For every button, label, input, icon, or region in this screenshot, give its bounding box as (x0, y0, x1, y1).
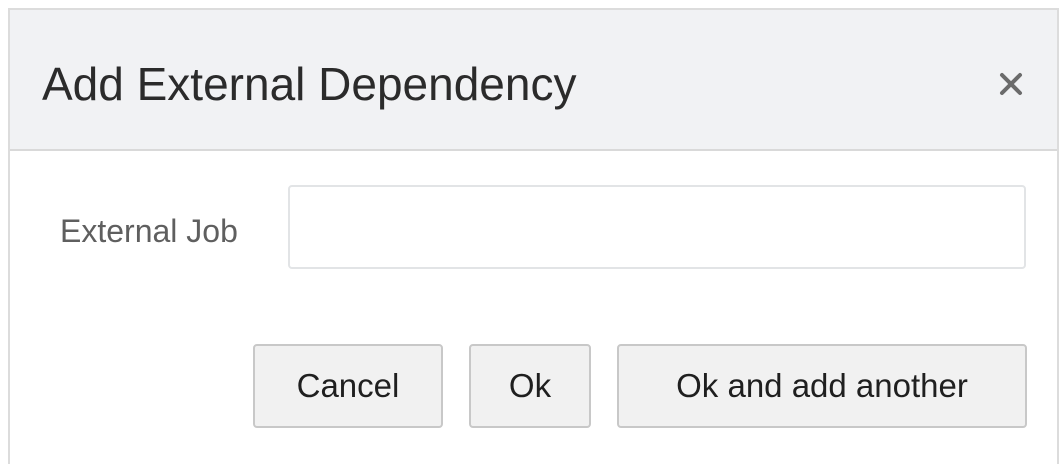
external-job-input[interactable] (288, 185, 1026, 269)
dialog-title: Add External Dependency (42, 58, 577, 110)
dialog-body: External Job Cancel Ok Ok and add anothe… (10, 151, 1057, 464)
cancel-button[interactable]: Cancel (253, 344, 443, 428)
ok-and-add-another-button[interactable]: Ok and add another (617, 344, 1027, 428)
dialog-header: Add External Dependency (10, 10, 1057, 151)
add-external-dependency-dialog: Add External Dependency External Job Can… (8, 8, 1059, 464)
external-job-label: External Job (60, 213, 238, 249)
ok-button[interactable]: Ok (469, 344, 591, 428)
close-icon[interactable] (993, 66, 1029, 102)
